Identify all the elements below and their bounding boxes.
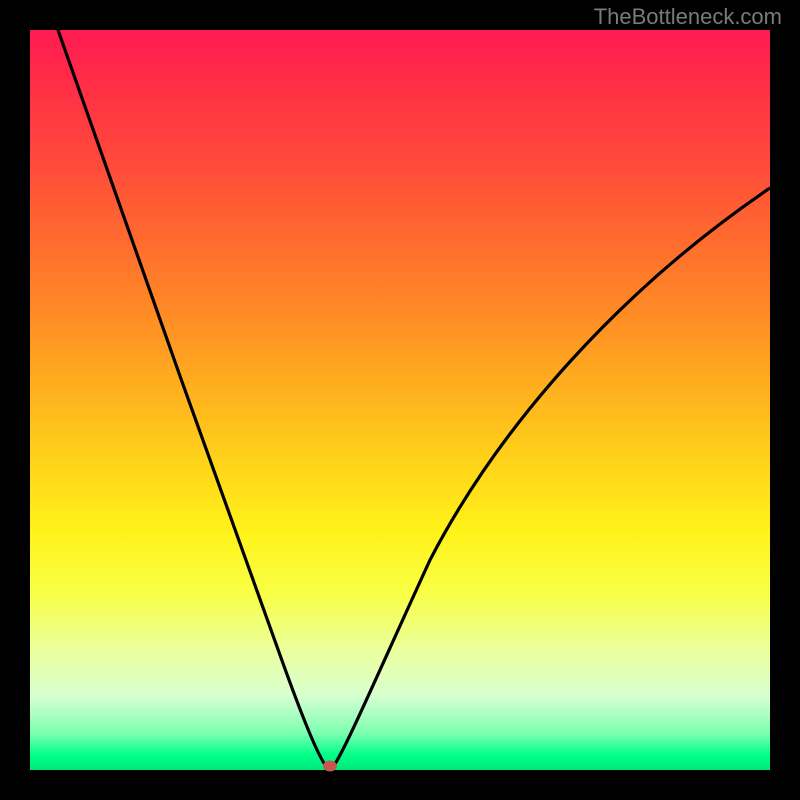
v-curve-path — [58, 30, 770, 767]
gradient-plot-area — [30, 30, 770, 770]
bottleneck-curve — [30, 30, 770, 770]
watermark-text: TheBottleneck.com — [594, 4, 782, 30]
minimum-marker — [323, 761, 337, 772]
